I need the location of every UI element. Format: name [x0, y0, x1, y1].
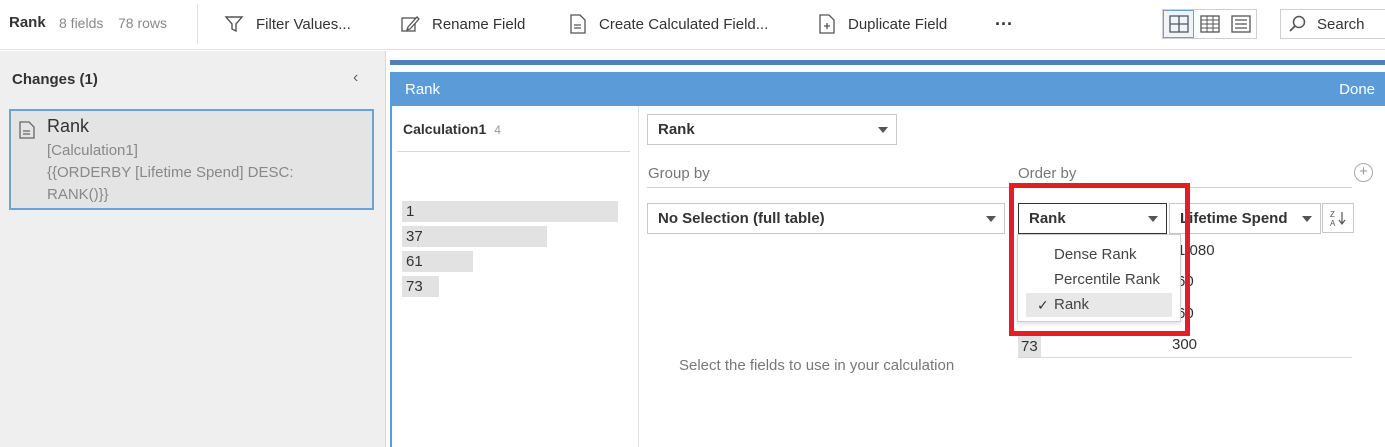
search-icon — [1289, 15, 1306, 32]
create-calculated-field-label: Create Calculated Field... — [599, 15, 769, 33]
field-count: 8 fields — [59, 15, 104, 31]
function-select-value: Rank — [658, 121, 695, 138]
value-bar[interactable]: 37 — [402, 226, 547, 247]
duplicate-field-label: Duplicate Field — [848, 15, 948, 33]
menu-item-label: Dense Rank — [1054, 246, 1137, 263]
sort-z-a-icon: Z A — [1330, 210, 1346, 228]
toolbar: Rank 8 fields 78 rows Filter Values... R… — [0, 0, 1385, 50]
editor-header: Rank Done — [390, 72, 1385, 106]
sort-descending-button[interactable]: Z A — [1322, 203, 1354, 233]
table-icon — [1199, 15, 1220, 33]
value-bar[interactable]: 61 — [402, 251, 473, 272]
calculation-profile: Calculation1 4 1 37 61 73 — [397, 106, 631, 447]
search-button[interactable]: Search — [1280, 9, 1385, 39]
order-field-select[interactable]: Lifetime Spend — [1169, 203, 1321, 234]
order-by-label: Order by — [1018, 165, 1077, 182]
table-view-button[interactable] — [1194, 10, 1225, 38]
menu-item-label: Rank — [1054, 296, 1090, 313]
profile-view-button[interactable] — [1163, 10, 1194, 38]
duplicate-field-button[interactable]: Duplicate Field — [818, 13, 947, 35]
editor-title: Rank — [405, 81, 441, 98]
change-detail-line: RANK()}} — [47, 186, 109, 203]
change-item-detail: [Calculation1] {{ORDERBY [Lifetime Spend… — [47, 140, 347, 206]
svg-text:A: A — [1330, 219, 1336, 228]
toolbar-divider — [197, 4, 198, 44]
changes-panel: Changes (1) ‹ Rank [Calculation1] {{ORDE… — [0, 51, 386, 447]
row-count: 78 rows — [118, 15, 168, 31]
menu-item-dense-rank[interactable]: Dense Rank — [1026, 243, 1172, 267]
done-button[interactable]: Done — [1339, 81, 1375, 98]
list-icon — [1230, 15, 1251, 33]
editor-body: Calculation1 4 1 37 61 73 Rank Group by No S… — [390, 106, 1385, 447]
chevron-down-icon — [1148, 216, 1158, 222]
calculation-field-name: Calculation1 — [403, 121, 487, 137]
flow-step-name: Rank — [9, 14, 46, 31]
value-bar[interactable]: 73 — [402, 276, 439, 297]
profile-stripe — [390, 60, 1385, 65]
rank-type-value: Rank — [1029, 210, 1066, 227]
divider — [1017, 187, 1352, 188]
list-view-button[interactable] — [1225, 10, 1256, 38]
chevron-down-icon — [878, 127, 888, 133]
filter-icon — [224, 16, 244, 33]
change-detail-line: {{ORDERBY [Lifetime Spend] DESC: — [47, 164, 294, 181]
calculation-field-header[interactable]: Calculation1 4 — [403, 121, 501, 137]
create-calculated-field-button[interactable]: Create Calculated Field... — [569, 13, 768, 35]
value-bar[interactable]: 1 — [402, 201, 618, 222]
rank-type-select[interactable]: Rank — [1018, 203, 1167, 234]
add-icon[interactable]: + — [1354, 163, 1373, 182]
chevron-down-icon — [1302, 216, 1312, 222]
menu-item-percentile-rank[interactable]: Percentile Rank — [1026, 268, 1172, 292]
filter-values-button[interactable]: Filter Values... — [224, 13, 351, 35]
search-label: Search — [1317, 15, 1365, 33]
order-value: 1,080 — [1177, 242, 1215, 259]
profile-pane-icon — [1168, 15, 1189, 33]
order-value: 300 — [1172, 336, 1198, 353]
column-divider — [638, 106, 639, 447]
menu-item-rank[interactable]: ✓ Rank — [1026, 293, 1172, 317]
order-rank: 73 — [1018, 336, 1041, 357]
group-by-select[interactable]: No Selection (full table) — [647, 203, 1005, 234]
group-by-label: Group by — [648, 165, 710, 182]
change-item[interactable]: Rank [Calculation1] {{ORDERBY [Lifetime … — [9, 109, 374, 210]
filter-values-label: Filter Values... — [256, 15, 351, 33]
checkmark-icon: ✓ — [1037, 297, 1049, 313]
group-by-value: No Selection (full table) — [658, 210, 825, 227]
duplicate-icon — [819, 14, 835, 34]
order-field-value: Lifetime Spend — [1180, 210, 1288, 227]
calculation-field-count: 4 — [494, 123, 501, 137]
rank-type-menu: Dense Rank Percentile Rank ✓ Rank — [1017, 234, 1181, 322]
rename-icon — [401, 16, 420, 32]
more-options-button[interactable]: ··· — [995, 13, 1013, 35]
function-select[interactable]: Rank — [647, 114, 897, 145]
divider — [397, 151, 630, 152]
change-detail-line: [Calculation1] — [47, 142, 138, 159]
menu-item-label: Percentile Rank — [1054, 271, 1160, 288]
collapse-panel-icon[interactable]: ‹ — [353, 69, 358, 87]
editor-area: Rank Done Calculation1 4 1 37 61 73 Rank Gro… — [387, 51, 1385, 447]
rename-field-label: Rename Field — [432, 15, 526, 33]
rename-field-button[interactable]: Rename Field — [400, 13, 525, 35]
changes-title: Changes (1) — [12, 71, 98, 88]
view-toggle-group — [1162, 9, 1257, 39]
hint-text: Select the fields to use in your calcula… — [679, 357, 955, 374]
change-item-name: Rank — [47, 116, 90, 136]
chevron-down-icon — [986, 216, 996, 222]
divider — [1018, 357, 1352, 358]
calculated-field-icon — [570, 14, 586, 34]
divider — [647, 187, 1013, 188]
svg-text:Z: Z — [1330, 210, 1335, 219]
calculated-field-icon — [19, 121, 35, 139]
